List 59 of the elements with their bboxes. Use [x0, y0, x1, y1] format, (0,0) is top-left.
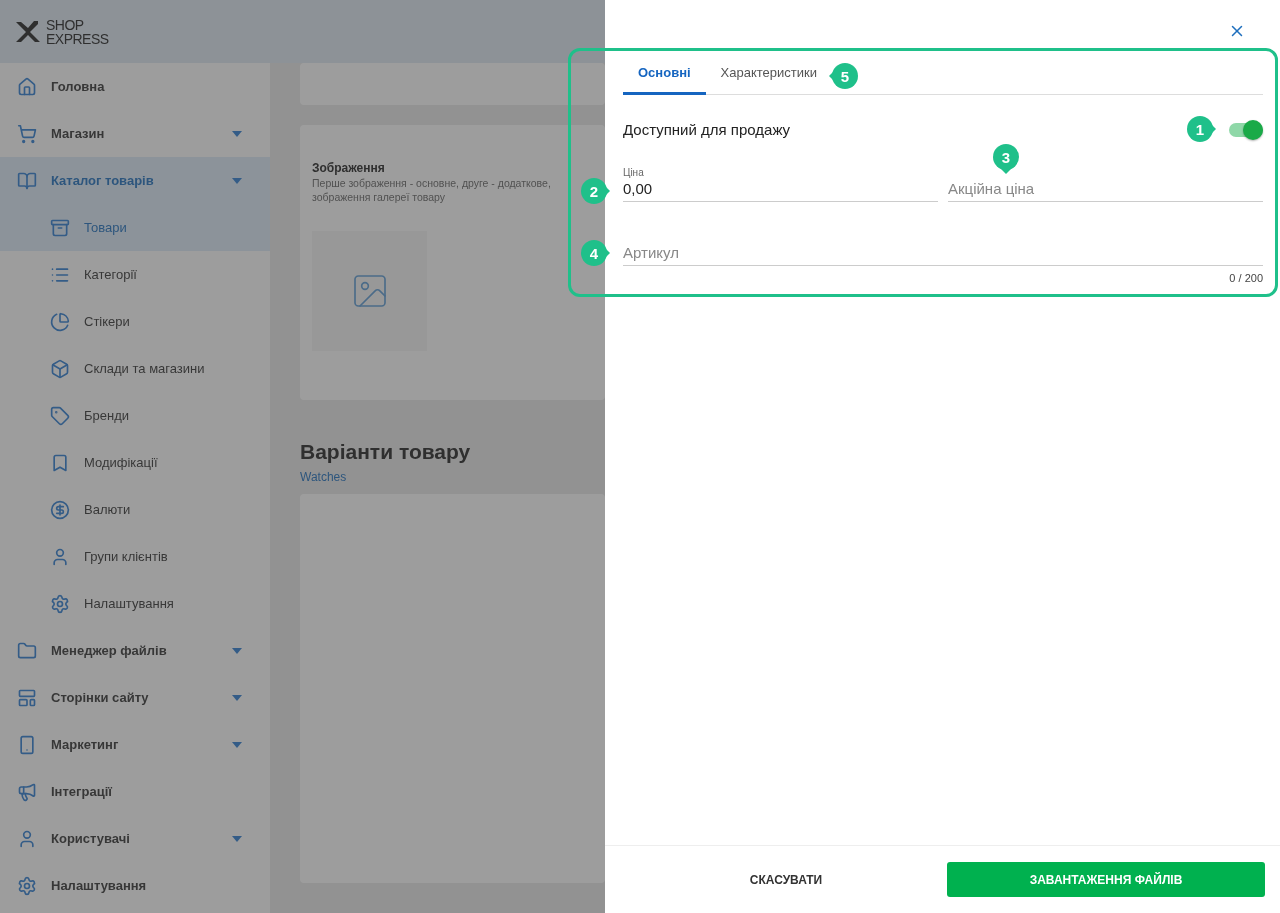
- cube-icon: [50, 358, 70, 379]
- toggle-switch[interactable]: [1229, 122, 1263, 137]
- character-counter: 0 / 200: [1229, 272, 1263, 284]
- price-input[interactable]: 0,00: [623, 178, 938, 201]
- field-label: Ціна: [623, 167, 644, 178]
- sidebar-item[interactable]: Валюти: [0, 486, 270, 533]
- caret-icon: [232, 741, 242, 748]
- logo-icon: [14, 18, 42, 45]
- sidebar-item[interactable]: Налаштування: [0, 862, 270, 909]
- upload-button[interactable]: ЗАВАНТАЖЕННЯ ФАЙЛІВ: [947, 862, 1265, 897]
- sidebar-item[interactable]: Налаштування: [0, 580, 270, 627]
- sidebar-item[interactable]: Маркетинг: [0, 721, 270, 768]
- section-description: зображення галереї товару: [312, 191, 446, 203]
- sidebar-item[interactable]: Магазин: [0, 110, 270, 157]
- sidebar-item[interactable]: Категорії: [0, 251, 270, 298]
- user-icon: [17, 828, 37, 849]
- dollar-icon: [50, 499, 70, 520]
- caret-icon: [232, 647, 242, 654]
- toggle-label: Доступний для продажу: [623, 121, 791, 138]
- caret-icon: [232, 835, 242, 842]
- section-description: Перше зображення - основне, друге - додаткове,: [312, 177, 552, 189]
- cart-icon: [17, 123, 37, 144]
- section-title: Зображення: [312, 161, 386, 175]
- archive-icon: [50, 217, 70, 238]
- bookmark-icon: [50, 452, 70, 473]
- sidebar-item[interactable]: Групи клієнтів: [0, 533, 270, 580]
- sidebar-item[interactable]: Інтеграції: [0, 768, 270, 815]
- home-icon: [17, 76, 37, 97]
- sidebar-item[interactable]: Користувачі: [0, 815, 270, 862]
- logo-text: SHOP EXPRESS: [46, 17, 109, 46]
- pie-chart-icon: [50, 311, 70, 332]
- user-icon: [50, 546, 70, 567]
- tab[interactable]: Основні: [623, 51, 706, 95]
- sidebar-item[interactable]: Товари: [0, 204, 270, 251]
- sidebar-item[interactable]: Сторінки сайту: [0, 674, 270, 721]
- sale-price-input[interactable]: Акційна ціна: [948, 178, 1263, 201]
- sidebar-item[interactable]: Стікери: [0, 298, 270, 345]
- gear-icon: [17, 875, 37, 896]
- section-heading: Варіанти товару: [300, 440, 472, 464]
- sidebar-item[interactable]: Каталог товарів: [0, 157, 270, 204]
- tag-icon: [50, 405, 70, 426]
- sidebar-item[interactable]: Модифікації: [0, 439, 270, 486]
- caret-icon: [232, 694, 242, 701]
- phone-icon: [17, 734, 37, 755]
- caret-icon: [232, 130, 242, 137]
- folder-icon: [17, 640, 37, 661]
- sidebar-item[interactable]: Бренди: [0, 392, 270, 439]
- layout-icon: [17, 687, 37, 708]
- sidebar-item[interactable]: Менеджер файлів: [0, 627, 270, 674]
- megaphone-icon: [17, 781, 37, 802]
- caret-icon: [232, 177, 242, 184]
- tab[interactable]: Характеристики: [705, 51, 832, 95]
- image-placeholder[interactable]: [312, 231, 427, 351]
- cancel-button[interactable]: СКАСУВАТИ: [625, 871, 947, 888]
- sidebar-item[interactable]: Головна: [0, 63, 270, 110]
- sidebar-item[interactable]: Склади та магазини: [0, 345, 270, 392]
- gear-icon: [50, 593, 70, 614]
- book-icon: [17, 170, 37, 191]
- sku-input[interactable]: Артикул: [623, 242, 1263, 265]
